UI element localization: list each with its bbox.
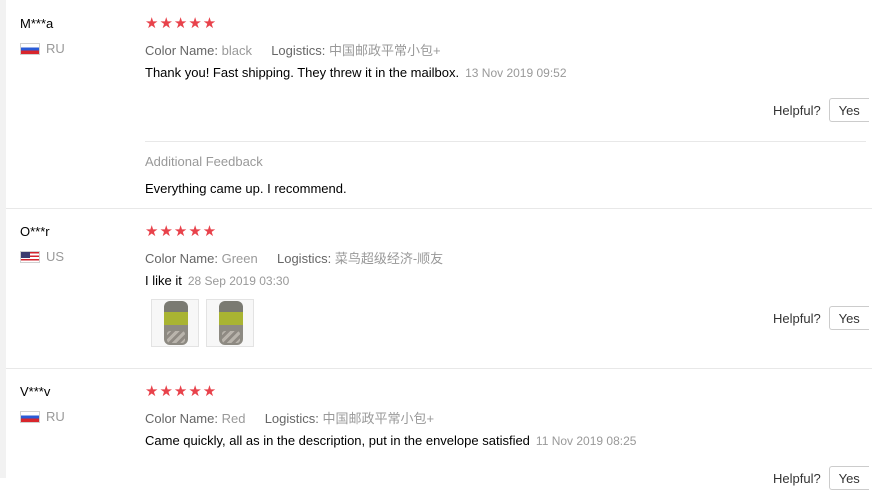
reviewer-name: V***v: [20, 384, 51, 399]
logistics-key: Logistics:: [264, 411, 319, 426]
feedback-text: Thank you! Fast shipping. They threw it …: [145, 65, 460, 80]
color-name-key: Color Name:: [145, 43, 218, 58]
russia-flag-icon: [20, 42, 40, 55]
reviewer-country: RU: [20, 409, 65, 424]
review-feedback: I like it 28 Sep 2019 03:30: [145, 273, 289, 288]
review-date: 13 Nov 2019 09:52: [465, 66, 567, 80]
feedback-text: I like it: [145, 273, 182, 288]
review-attributes: Color Name: black Logistics: 中国邮政平常小包+: [145, 40, 441, 59]
logistics-key: Logistics:: [276, 251, 332, 266]
color-name-value: black: [221, 43, 252, 58]
reviewer-country: US: [20, 249, 64, 264]
color-name-value: Green: [221, 251, 258, 266]
additional-feedback-label: Additional Feedback: [145, 154, 263, 169]
country-code: RU: [46, 41, 65, 56]
review-attributes: Color Name: Red Logistics: 中国邮政平常小包+: [145, 408, 434, 427]
color-name-key: Color Name:: [145, 251, 218, 266]
feedback-text: Came quickly, all as in the description,…: [145, 433, 530, 448]
logistics-value: 菜鸟超级经济-顺友: [334, 251, 444, 266]
review-feedback: Came quickly, all as in the description,…: [145, 433, 636, 448]
review-date: 11 Nov 2019 08:25: [535, 434, 637, 448]
russia-flag-icon: [20, 410, 40, 423]
logistics-value: 中国邮政平常小包+: [329, 43, 441, 58]
page-left-strip: [0, 0, 6, 478]
reviewer-country: RU: [20, 41, 65, 56]
review-photo-thumbnail[interactable]: [206, 299, 254, 347]
color-name-value: Red: [221, 411, 246, 426]
additional-divider: [145, 141, 866, 142]
country-code: US: [46, 249, 65, 264]
review-attributes: Color Name: Green Logistics: 菜鸟超级经济-顺友: [145, 248, 443, 267]
helpful-yes-button[interactable]: Yes: [828, 306, 869, 330]
logistics-value: 中国邮政平常小包+: [322, 411, 435, 426]
helpful-yes-button[interactable]: Yes: [828, 98, 869, 122]
review-photo-thumbnail[interactable]: [151, 299, 199, 347]
review-feedback: Thank you! Fast shipping. They threw it …: [145, 65, 567, 80]
review-divider: [6, 208, 872, 209]
star-rating: ★★★★★: [145, 223, 218, 240]
star-rating: ★★★★★: [145, 15, 218, 32]
helpful-label: Helpful?: [773, 102, 821, 118]
review-divider: [6, 368, 872, 369]
helpful-vote: Helpful? Yes: [773, 98, 869, 122]
helpful-vote: Helpful? Yes: [773, 306, 869, 330]
helpful-label: Helpful?: [773, 310, 821, 326]
star-rating: ★★★★★: [145, 383, 218, 400]
country-code: RU: [46, 409, 65, 424]
helpful-vote: Helpful? Yes: [773, 466, 869, 490]
additional-feedback-text: Everything came up. I recommend.: [145, 181, 347, 196]
reviewer-name: O***r: [20, 224, 50, 239]
usa-flag-icon: [20, 250, 40, 263]
helpful-yes-button[interactable]: Yes: [828, 466, 869, 490]
logistics-key: Logistics:: [271, 43, 326, 58]
review-date: 28 Sep 2019 03:30: [187, 274, 290, 288]
reviewer-name: M***a: [20, 16, 54, 31]
color-name-key: Color Name:: [145, 411, 218, 426]
helpful-label: Helpful?: [773, 470, 821, 486]
